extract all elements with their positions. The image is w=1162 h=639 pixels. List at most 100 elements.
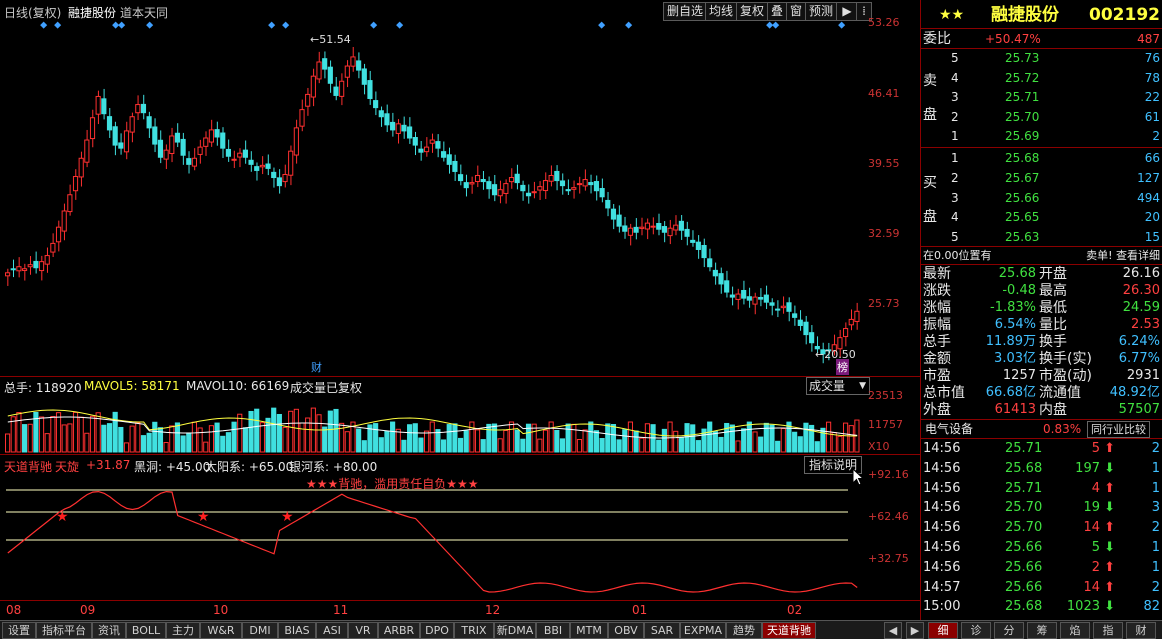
weibi-value: +50.47% bbox=[985, 32, 1041, 46]
panel-tab[interactable]: 指 bbox=[1093, 622, 1123, 639]
indicator-tab[interactable]: SAR bbox=[644, 622, 680, 639]
date-axis-label: 10 bbox=[213, 603, 229, 617]
buy-level-row[interactable]: 2 25.67 127 bbox=[921, 169, 1162, 187]
indicator-tab[interactable]: DPO bbox=[420, 622, 454, 639]
panel-tab[interactable]: 筹 bbox=[1027, 622, 1057, 639]
candle-body bbox=[724, 280, 730, 293]
indicator-tab[interactable]: W&R bbox=[200, 622, 242, 639]
scroll-right-icon[interactable]: ▶ bbox=[906, 622, 924, 639]
indicator-tab[interactable]: 资讯 bbox=[92, 622, 126, 639]
indicator-tab[interactable]: 趋势 bbox=[726, 622, 762, 639]
order-volume: 20 bbox=[1144, 210, 1160, 225]
tick-time: 14:56 bbox=[923, 520, 961, 536]
volume-bar bbox=[27, 423, 33, 453]
arrow-up-icon: ⬆ bbox=[1104, 520, 1115, 536]
candle-body bbox=[474, 175, 481, 183]
candle-body bbox=[305, 93, 311, 107]
volume-bar bbox=[622, 429, 628, 453]
sell-level-row[interactable]: 3 25.71 22 bbox=[921, 88, 1162, 106]
panel-tab[interactable]: 财 bbox=[1126, 622, 1156, 639]
panel-tab[interactable]: 焰 bbox=[1060, 622, 1090, 639]
candle-body bbox=[356, 60, 362, 71]
sell-level-row[interactable]: 2 25.70 61 bbox=[921, 108, 1162, 126]
indicator-tab[interactable]: BOLL bbox=[126, 622, 166, 639]
quote-value: 1257 bbox=[1002, 368, 1036, 383]
play-icon[interactable]: ▶ bbox=[836, 2, 858, 21]
panel-tab[interactable]: 分 bbox=[994, 622, 1024, 639]
level-number: 4 bbox=[951, 70, 959, 85]
volume-bar bbox=[673, 430, 679, 453]
candle-body bbox=[16, 266, 22, 272]
sell-level-row[interactable]: 1 25.69 2 bbox=[921, 127, 1162, 145]
volume-axis-label: 23513 bbox=[868, 389, 903, 402]
ma-button[interactable]: 均线 bbox=[705, 2, 738, 21]
quote-value: 2.53 bbox=[1131, 317, 1160, 332]
price-axis-label: 46.41 bbox=[868, 87, 900, 100]
indicator-tab[interactable]: ASI bbox=[316, 622, 348, 639]
candle-body bbox=[123, 130, 130, 153]
candle-body bbox=[282, 173, 288, 183]
quote-value: 2931 bbox=[1126, 368, 1160, 383]
buy-level-row[interactable]: 3 25.66 494 bbox=[921, 189, 1162, 207]
level-number: 1 bbox=[951, 151, 959, 165]
overlay-button[interactable]: 叠 bbox=[767, 2, 788, 21]
industry-compare-button[interactable]: 同行业比较 bbox=[1087, 421, 1150, 438]
star-icon[interactable]: ★★ bbox=[939, 4, 964, 26]
indicator-tab[interactable]: DMI bbox=[242, 622, 278, 639]
volume-chart[interactable] bbox=[0, 394, 920, 454]
candle-body bbox=[333, 86, 339, 96]
candle-body bbox=[316, 61, 322, 80]
indicator-tab[interactable]: EXPMA bbox=[680, 622, 726, 639]
chart-period-label[interactable]: 日线(复权) bbox=[4, 4, 61, 21]
kline-chart[interactable] bbox=[0, 20, 920, 372]
candle-body bbox=[118, 142, 124, 149]
remove-watchlist-button[interactable]: 删自选 bbox=[663, 2, 708, 21]
candle-body bbox=[644, 222, 650, 230]
sell-level-row[interactable]: 5 25.73 76 bbox=[921, 49, 1162, 67]
quote-row: 外盘 61413 内盘 57507 bbox=[921, 401, 1162, 419]
forecast-button[interactable]: 预测 bbox=[805, 2, 838, 21]
panel-tab[interactable]: 诊 bbox=[961, 622, 991, 639]
indicator-tab[interactable]: TRIX bbox=[454, 622, 494, 639]
candle-body bbox=[242, 149, 248, 158]
panel-tab[interactable]: 细 bbox=[928, 622, 958, 639]
volume-bar bbox=[333, 408, 339, 453]
list-marker[interactable]: 榜 bbox=[836, 359, 849, 375]
tick-price: 25.66 bbox=[1005, 559, 1043, 575]
window-button[interactable]: 窗 bbox=[786, 2, 807, 21]
indicator-tab[interactable]: 设置 bbox=[2, 622, 36, 639]
volume-bar bbox=[316, 414, 322, 453]
volume-type-dropdown[interactable]: 成交量 ▼ bbox=[806, 377, 870, 395]
tick-row: 14:56 25.66 5 ⬇ 1 bbox=[921, 539, 1162, 557]
buy-level-row[interactable]: 5 25.63 15 bbox=[921, 228, 1162, 246]
sell-level-row[interactable]: 4 25.72 78 bbox=[921, 69, 1162, 87]
indicator-tab[interactable]: ARBR bbox=[378, 622, 420, 639]
indicator-tab[interactable]: OBV bbox=[608, 622, 644, 639]
indicator-tab[interactable]: 指标平台 bbox=[36, 622, 92, 639]
indicator-tab[interactable]: 天道背驰 bbox=[762, 622, 816, 639]
volume-bar bbox=[667, 421, 673, 453]
tick-count: 1 bbox=[1151, 559, 1160, 575]
indicator-tab[interactable]: BIAS bbox=[278, 622, 316, 639]
indicator-tab[interactable]: BBI bbox=[536, 622, 570, 639]
date-axis-label: 02 bbox=[787, 603, 803, 617]
quote-label: 换手 bbox=[1039, 334, 1067, 350]
detail-link[interactable]: 卖单! 查看详细 bbox=[1086, 247, 1160, 265]
finance-marker[interactable]: 财 bbox=[311, 359, 322, 375]
indicator-tab[interactable]: 主力 bbox=[166, 622, 200, 639]
adjust-button[interactable]: 复权 bbox=[736, 2, 769, 21]
industry-label[interactable]: 电气设备 bbox=[925, 420, 973, 438]
volume-bar bbox=[44, 433, 50, 453]
scroll-left-icon[interactable]: ◀ bbox=[884, 622, 902, 639]
indicator-chart[interactable]: ★ ★ ★ bbox=[0, 472, 920, 600]
buy-level-row[interactable]: 4 25.65 20 bbox=[921, 208, 1162, 226]
indicator-tab[interactable]: 新DMA bbox=[494, 622, 536, 639]
indicator-tab[interactable]: MTM bbox=[570, 622, 608, 639]
candle-body bbox=[520, 184, 526, 192]
order-price: 25.67 bbox=[1005, 170, 1040, 185]
candle-body bbox=[848, 318, 854, 326]
indicator-tab[interactable]: VR bbox=[348, 622, 378, 639]
candle-body bbox=[429, 139, 435, 144]
order-volume: 127 bbox=[1137, 170, 1160, 185]
buy-level-row[interactable]: 1 25.68 66 bbox=[921, 149, 1162, 167]
